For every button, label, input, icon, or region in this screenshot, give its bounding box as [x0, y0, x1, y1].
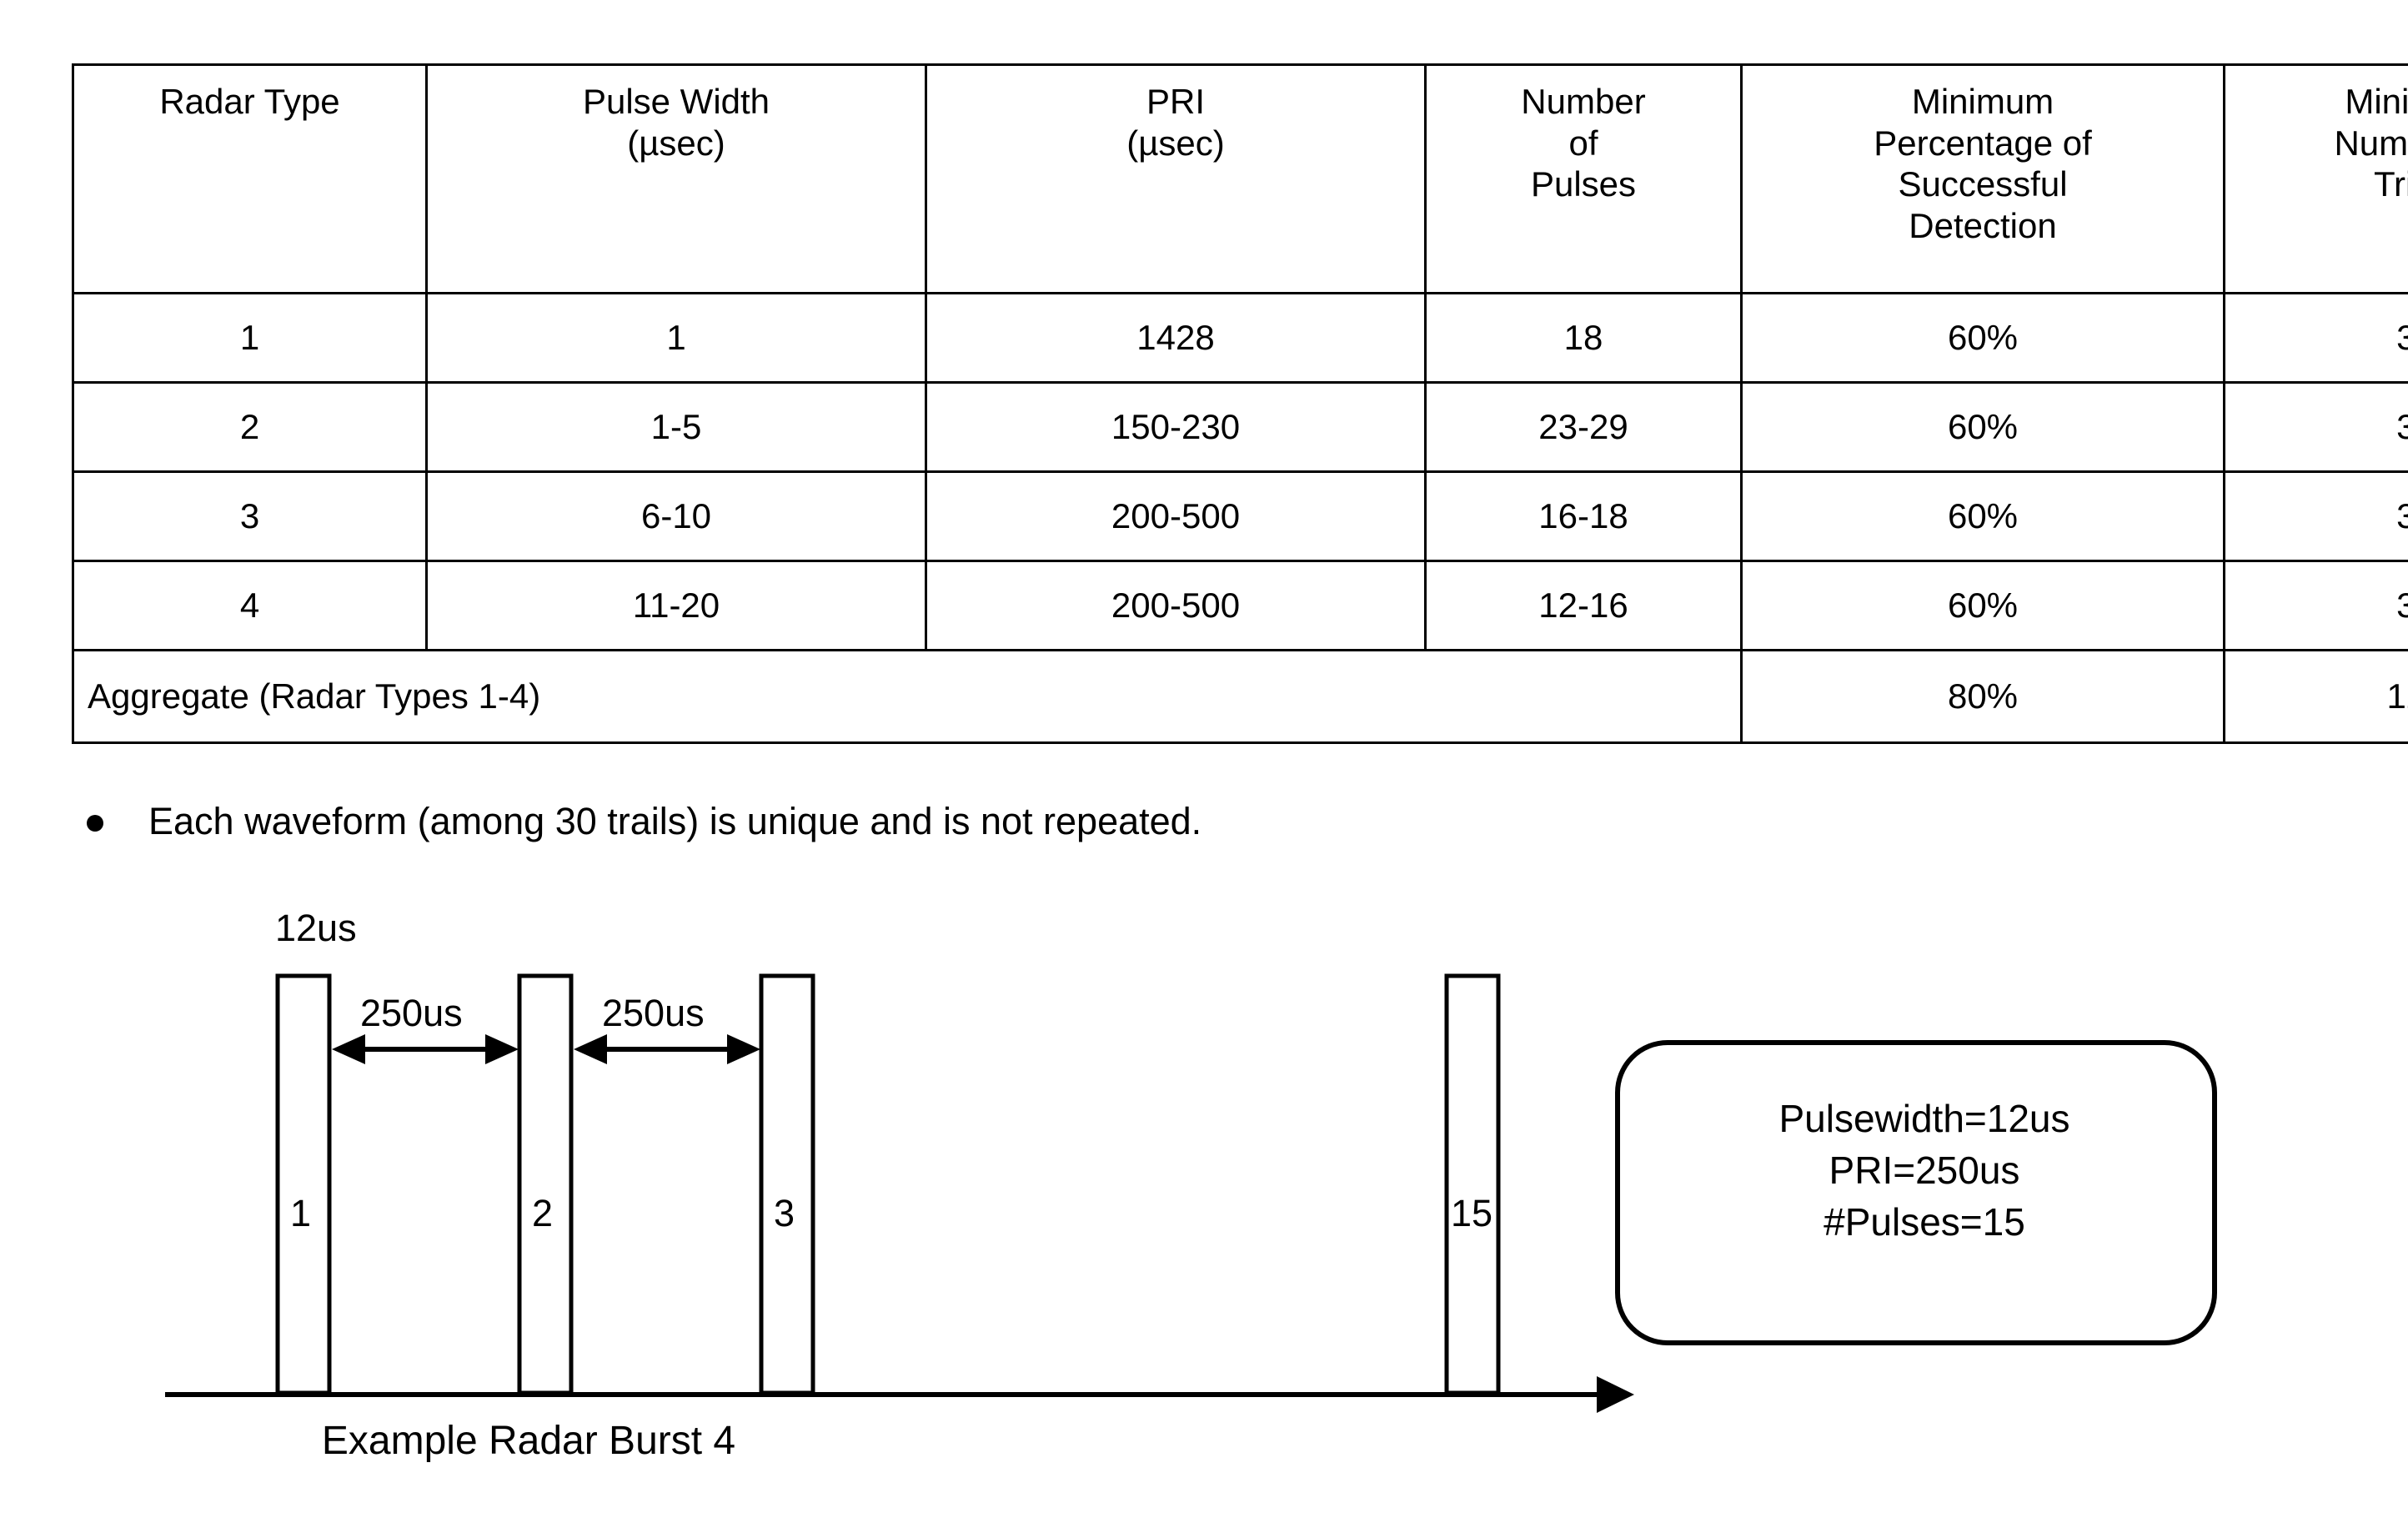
radar-specification-table: Radar Type Pulse Width (µsec) PRI (µsec)…: [72, 63, 2408, 744]
cell-min-trials: 30: [2223, 560, 2408, 651]
cell-pri: 200-500: [925, 560, 1427, 651]
cell-radar-type: 4: [72, 560, 428, 651]
table-header: Radar Type Pulse Width (µsec) PRI (µsec)…: [72, 63, 2408, 294]
header-line: Radar Type: [159, 82, 340, 121]
table-row-aggregate: Aggregate (Radar Types 1-4) 80% 120: [72, 649, 2408, 744]
parameters-callout-text: Pulsewidth=12us PRI=250us #Pulses=15: [1641, 1093, 2208, 1248]
column-header-radar-type: Radar Type: [72, 63, 428, 294]
cell-aggregate-label: Aggregate (Radar Types 1-4): [72, 649, 1743, 744]
cell-pulse-width: 11-20: [425, 560, 927, 651]
diagram-caption-text: Example Radar Burst 4: [321, 1419, 736, 1463]
callout-line-pulses: #Pulses=15: [1824, 1200, 2025, 1244]
cell-radar-type: 2: [72, 381, 428, 473]
table-row: 4 11-20 200-500 12-16 60% 30: [72, 560, 2408, 651]
pri-label-2: 250us: [602, 992, 705, 1034]
cell-pulse-width: 1: [425, 292, 927, 384]
callout-line-pulsewidth: Pulsewidth=12us: [1778, 1097, 2070, 1140]
pri-arrow-left-icon-1: [332, 1034, 365, 1064]
pri-arrow-left-icon-2: [574, 1034, 607, 1064]
header-line: Number of: [2334, 123, 2408, 163]
column-header-pri: PRI (µsec): [925, 63, 1427, 294]
pri-arrow-right-icon-2: [727, 1034, 760, 1064]
pulse-number-3: 3: [774, 1192, 795, 1234]
header-line: Pulses: [1530, 164, 1637, 204]
note-bullet-text: Each waveform (among 30 trails) is uniqu…: [148, 800, 1202, 842]
bullet-point-icon: [87, 815, 103, 832]
note-bullet-item: Each waveform (among 30 trails) is uniqu…: [87, 799, 1201, 844]
cell-min-percentage-detection: 60%: [1740, 381, 2225, 473]
column-header-number-of-pulses: Number of Pulses: [1424, 63, 1743, 294]
cell-number-of-pulses: 18: [1424, 292, 1743, 384]
pulse-number-15: 15: [1451, 1192, 1493, 1234]
cell-pri: 200-500: [925, 470, 1427, 562]
pulse-number-2: 2: [532, 1192, 554, 1234]
cell-pulse-width: 1-5: [425, 381, 927, 473]
cell-aggregate-min-percentage-detection: 80%: [1740, 649, 2225, 744]
cell-min-trials: 30: [2223, 470, 2408, 562]
pri-arrow-right-icon-1: [485, 1034, 519, 1064]
cell-number-of-pulses: 16-18: [1424, 470, 1743, 562]
time-axis-arrow-icon: [1597, 1376, 1634, 1413]
callout-line-pri: PRI=250us: [1829, 1149, 2020, 1193]
table-header-row: Radar Type Pulse Width (µsec) PRI (µsec)…: [72, 63, 2408, 294]
table-row: 1 1 1428 18 60% 30: [72, 292, 2408, 384]
pulse-rect-2: [517, 973, 574, 1395]
header-line: Percentage of: [1874, 123, 2092, 163]
header-line: Trials: [2373, 164, 2408, 204]
pulse-rect-3: [759, 973, 815, 1395]
cell-number-of-pulses: 12-16: [1424, 560, 1743, 651]
pulse-rect-15: [1444, 973, 1501, 1395]
column-header-pulse-width: Pulse Width (µsec): [425, 63, 927, 294]
header-line: Minimum: [1911, 82, 2054, 121]
cell-aggregate-min-trials: 120: [2223, 649, 2408, 744]
pulse-rect-1: [275, 973, 332, 1395]
header-line: Number: [1521, 82, 1646, 121]
table-body: 1 1 1428 18 60% 30 2 1-5 150-230 23-29 6…: [72, 292, 2408, 744]
header-line: of: [1568, 123, 1598, 163]
table-row: 2 1-5 150-230 23-29 60% 30: [72, 381, 2408, 473]
header-line: Pulse Width: [582, 82, 770, 121]
pri-label-1: 250us: [360, 992, 463, 1034]
header-line-unit: (µsec): [627, 123, 725, 163]
column-header-min-percentage-successful-detection: Minimum Percentage of Successful Detecti…: [1740, 63, 2225, 294]
cell-pri: 150-230: [925, 381, 1427, 473]
header-line-unit: (µsec): [1126, 123, 1225, 163]
cell-min-trials: 30: [2223, 381, 2408, 473]
cell-min-percentage-detection: 60%: [1740, 292, 2225, 384]
header-line: Minimum: [2345, 82, 2408, 121]
cell-radar-type: 3: [72, 470, 428, 562]
cell-min-percentage-detection: 60%: [1740, 560, 2225, 651]
cell-pulse-width: 6-10: [425, 470, 927, 562]
diagram-caption: Example Radar Burst 4: [0, 1418, 2408, 1464]
cell-min-percentage-detection: 60%: [1740, 470, 2225, 562]
cell-pri: 1428: [925, 292, 1427, 384]
header-line: PRI: [1146, 82, 1205, 121]
pulse-width-label: 12us: [275, 907, 357, 949]
header-line: Detection: [1909, 205, 2057, 245]
header-line: Successful: [1898, 164, 2068, 204]
cell-number-of-pulses: 23-29: [1424, 381, 1743, 473]
column-header-min-number-of-trials: Minimum Number of Trials: [2223, 63, 2408, 294]
cell-radar-type: 1: [72, 292, 428, 384]
table-row: 3 6-10 200-500 16-18 60% 30: [72, 470, 2408, 562]
cell-min-trials: 30: [2223, 292, 2408, 384]
pulse-number-1: 1: [290, 1192, 312, 1234]
